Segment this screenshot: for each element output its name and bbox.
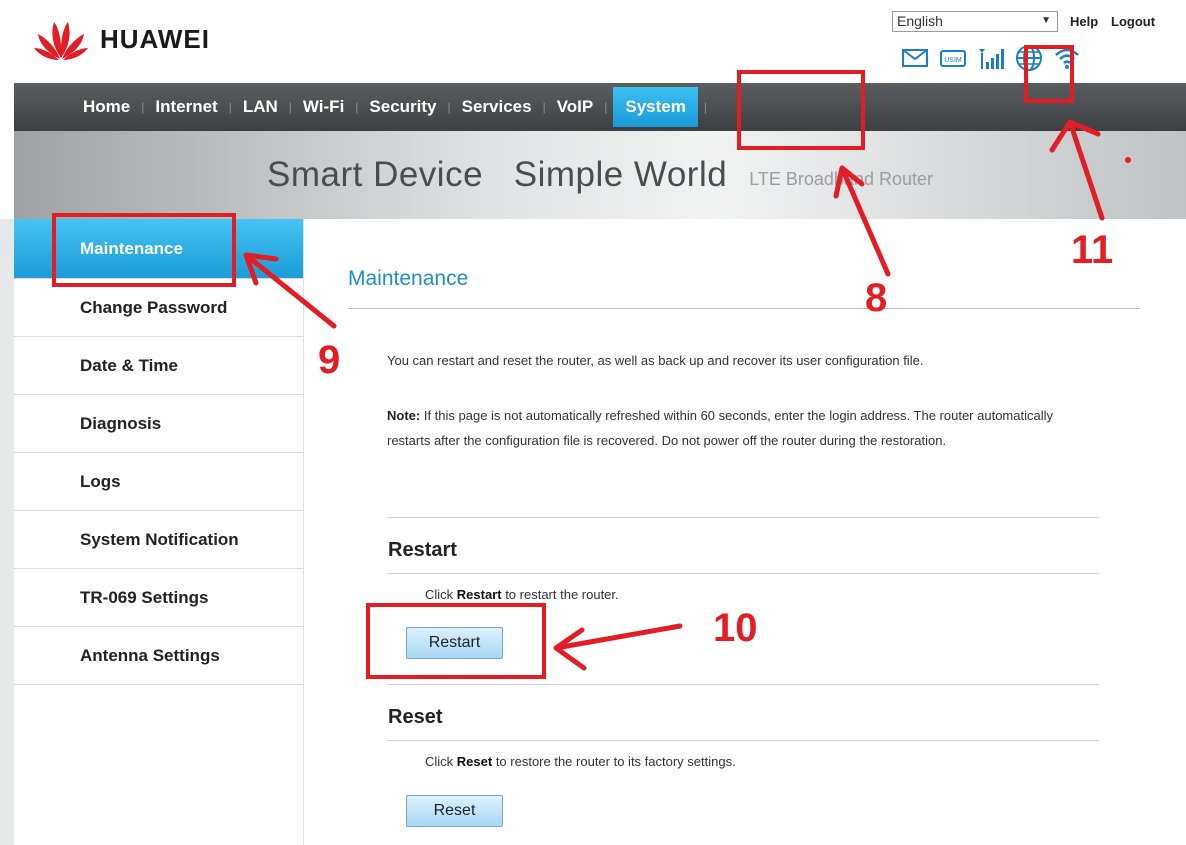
arrow-8-icon	[833, 165, 891, 277]
router-admin-page: HUAWEI English ▼ Help Logout USIM Home | …	[0, 0, 1186, 845]
arrow-9-icon	[243, 252, 337, 329]
arrow-10-icon	[553, 623, 683, 671]
annotation-arrows	[243, 119, 1105, 671]
arrow-11-icon	[1049, 119, 1105, 221]
